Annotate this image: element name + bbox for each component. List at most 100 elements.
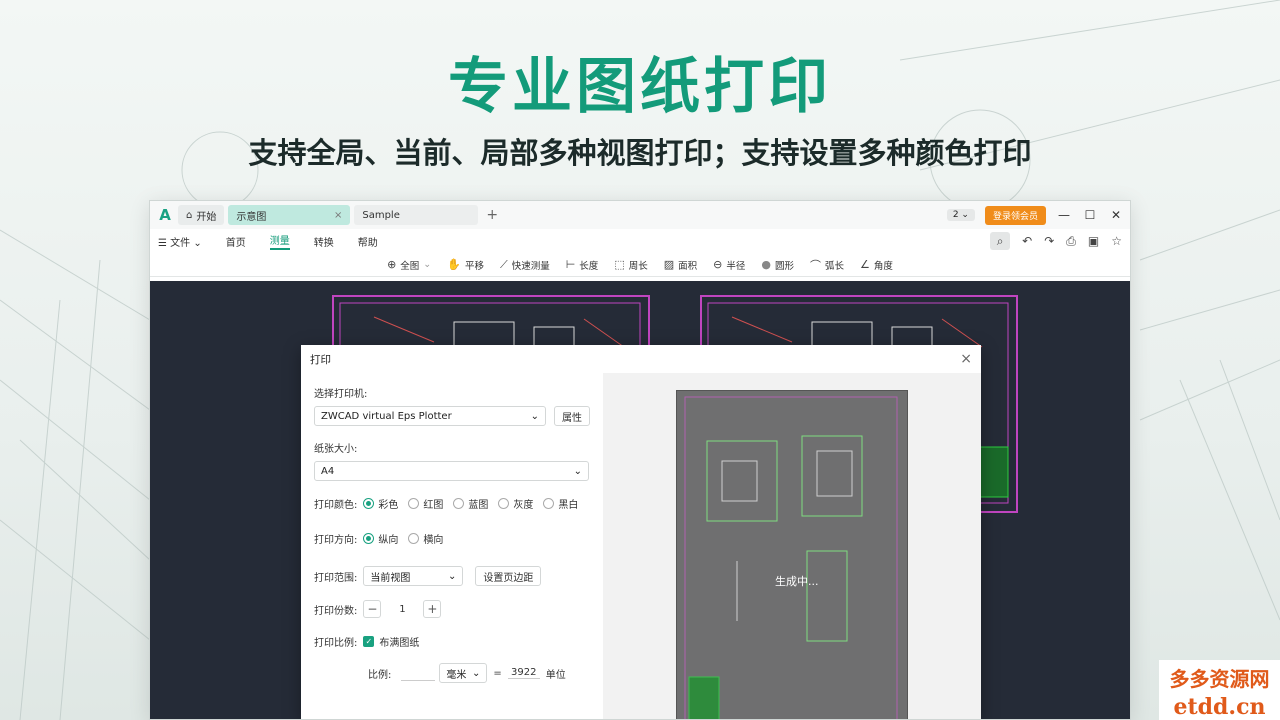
tool-arc-length[interactable]: ⌒ 弧长: [810, 257, 844, 273]
circle-icon: ●: [761, 258, 771, 271]
star-icon[interactable]: ☆: [1111, 234, 1122, 248]
ratio-equals: =: [493, 667, 502, 679]
home-icon: ⌂: [186, 209, 193, 221]
color-option-color[interactable]: 彩色: [363, 496, 398, 511]
tab-home-label: 开始: [196, 211, 217, 223]
chevron-down-icon: ⌄: [471, 667, 481, 679]
check-icon: ✓: [363, 636, 375, 647]
watermark-line2: etdd.cn: [1173, 694, 1266, 720]
tool-pan[interactable]: ✋ 平移: [447, 258, 484, 272]
print-range-select[interactable]: 当前视图 ⌄: [363, 566, 464, 586]
chevron-down-icon: ⌄: [447, 570, 457, 582]
tab-sample[interactable]: Sample: [354, 205, 479, 225]
file-menu[interactable]: ☰ 文件 ⌄: [158, 234, 202, 249]
tab-diagram-label: 示意图: [236, 211, 267, 223]
tool-area[interactable]: ▨ 面积: [664, 258, 697, 272]
chevron-down-icon: ⌄: [530, 410, 539, 422]
orientation-label: 打印方向:: [314, 535, 358, 546]
tab-close-icon[interactable]: ×: [334, 210, 342, 221]
zoom-all-icon: ⊕: [387, 258, 397, 271]
copies-decrement-button[interactable]: −: [363, 600, 382, 618]
quick-measure-icon: ⟋: [499, 257, 508, 271]
search-icon[interactable]: ⌕: [990, 232, 1011, 250]
tool-quick-measure[interactable]: ⟋ 快速测量: [500, 258, 550, 272]
set-margins-button[interactable]: 设置页边距: [475, 566, 542, 586]
ratio-label: 比例:: [368, 669, 392, 681]
length-icon: ⊢: [565, 258, 576, 271]
dialog-close-icon[interactable]: ×: [960, 351, 972, 367]
undo-icon[interactable]: ↶: [1022, 234, 1032, 248]
app-window: A ⌂ 开始 示意图 × Sample + 2 ⌄ 登录领会员 — ☐ ✕ ☰ …: [149, 200, 1131, 720]
tool-radius[interactable]: ⊖ 半径: [713, 258, 745, 272]
ratio-right-input[interactable]: 3922: [507, 667, 540, 679]
print-preview-page: 生成中...: [676, 390, 908, 719]
menu-help[interactable]: 帮助: [358, 234, 378, 249]
radius-icon: ⊖: [713, 258, 723, 271]
copies-label: 打印份数:: [314, 605, 358, 617]
tab-diagram[interactable]: 示意图 ×: [228, 205, 351, 225]
paper-size-select[interactable]: A4 ⌄: [314, 461, 589, 481]
angle-icon: ∠: [860, 258, 870, 271]
vip-login-button[interactable]: 登录领会员: [984, 205, 1046, 225]
copies-increment-button[interactable]: +: [423, 600, 442, 618]
measure-toolbar: ⊕ 全图 ⌄ ✋ 平移 ⟋ 快速测量 ⊢ 长度 ⬚ 周长 ▨ 面积 ⊖ 半径 ● 圆形 ⌒ 弧长 ∠…: [150, 253, 1130, 277]
hero-title: 专业图纸打印: [448, 52, 832, 122]
area-icon: ▨: [663, 258, 675, 271]
color-option-red[interactable]: 红图: [408, 496, 443, 511]
site-watermark: 多多资源网 etdd.cn: [1159, 660, 1280, 720]
tool-length[interactable]: ⊢ 长度: [566, 258, 599, 272]
printer-properties-button[interactable]: 属性: [554, 406, 590, 426]
orientation-landscape[interactable]: 横向: [408, 531, 443, 546]
arc-icon: ⌒: [810, 258, 822, 272]
printer-select[interactable]: ZWCAD virtual Eps Plotter ⌄: [314, 406, 546, 426]
minimize-icon[interactable]: —: [1056, 208, 1072, 222]
tool-circle[interactable]: ● 圆形: [761, 258, 794, 272]
range-label: 打印范围:: [314, 572, 358, 584]
print-icon[interactable]: ⎙: [1066, 234, 1076, 249]
print-dialog: 打印 × 选择打印机: ZWCAD virtual Eps Plotter ⌄ 属…: [301, 345, 981, 719]
color-option-gray[interactable]: 灰度: [498, 496, 533, 511]
orientation-portrait[interactable]: 纵向: [363, 531, 398, 546]
save-icon[interactable]: ▣: [1088, 234, 1099, 248]
tab-home[interactable]: ⌂ 开始: [178, 205, 225, 225]
print-preview-panel: 生成中...: [603, 373, 981, 719]
ratio-left-input[interactable]: [401, 665, 436, 681]
preview-drawing: [684, 396, 898, 719]
cad-canvas[interactable]: 打印 × 选择打印机: ZWCAD virtual Eps Plotter ⌄ 属…: [150, 281, 1130, 719]
chevron-down-icon: ⌄: [573, 465, 582, 477]
color-option-bw[interactable]: 黑白: [543, 496, 578, 511]
redo-icon[interactable]: ↷: [1044, 234, 1054, 248]
menu-measure[interactable]: 测量: [269, 232, 290, 250]
tool-perimeter[interactable]: ⬚ 周长: [614, 258, 647, 272]
page-count-dropdown[interactable]: 2 ⌄: [946, 209, 975, 221]
color-option-blue[interactable]: 蓝图: [453, 496, 488, 511]
tool-angle[interactable]: ∠ 角度: [860, 258, 893, 272]
pan-hand-icon: ✋: [447, 258, 461, 271]
close-window-icon[interactable]: ✕: [1108, 208, 1124, 222]
menu-bar: ☰ 文件 ⌄ 首页 测量 转换 帮助 ⌕ ↶ ↷ ⎙ ▣ ☆: [150, 229, 1130, 253]
menu-home[interactable]: 首页: [226, 234, 246, 249]
hero-subtitle: 支持全局、当前、局部多种视图打印；支持设置多种颜色打印: [248, 136, 1032, 170]
color-label: 打印颜色:: [314, 500, 358, 511]
hamburger-icon: ☰: [158, 237, 171, 249]
maximize-icon[interactable]: ☐: [1082, 208, 1098, 222]
perimeter-icon: ⬚: [614, 258, 625, 271]
add-tab-icon[interactable]: +: [486, 207, 498, 223]
app-logo-icon: A: [159, 206, 171, 224]
ratio-unit-select[interactable]: 毫米 ⌄: [439, 663, 488, 683]
preview-status: 生成中...: [775, 575, 819, 588]
copies-input[interactable]: 1: [381, 604, 423, 615]
scale-label: 打印比例:: [314, 638, 358, 649]
tab-sample-label: Sample: [362, 209, 400, 221]
printer-label: 选择打印机:: [314, 389, 368, 400]
menu-convert[interactable]: 转换: [314, 234, 334, 249]
title-bar: A ⌂ 开始 示意图 × Sample + 2 ⌄ 登录领会员 — ☐ ✕: [150, 201, 1130, 229]
print-dialog-title: 打印: [310, 353, 331, 366]
fit-paper-checkbox[interactable]: ✓ 布满图纸: [363, 634, 419, 649]
tool-zoom-all[interactable]: ⊕ 全图 ⌄: [387, 258, 431, 272]
print-dialog-header: 打印 ×: [301, 345, 981, 373]
paper-size-label: 纸张大小:: [314, 444, 358, 455]
ratio-right-unit: 单位: [545, 669, 566, 681]
print-settings-panel: 选择打印机: ZWCAD virtual Eps Plotter ⌄ 属性 纸张大…: [301, 373, 603, 719]
watermark-line1: 多多资源网: [1169, 667, 1270, 691]
